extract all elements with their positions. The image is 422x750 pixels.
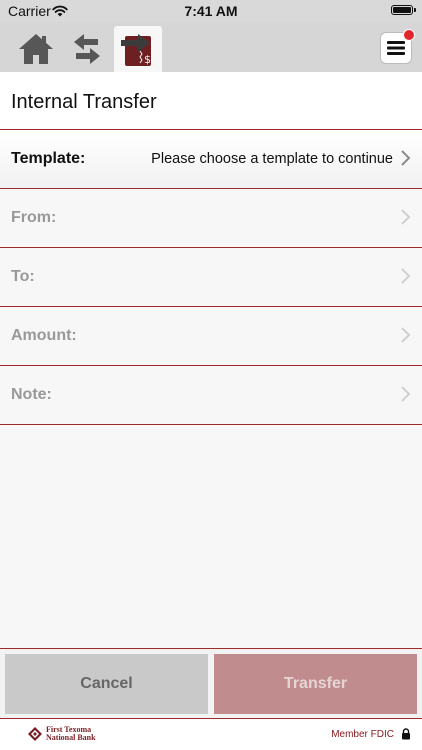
menu-button[interactable]	[380, 29, 415, 64]
amount-row[interactable]: Amount:	[0, 307, 422, 366]
to-row[interactable]: To:	[0, 248, 422, 307]
home-icon	[19, 34, 53, 64]
template-row[interactable]: Template: Please choose a template to co…	[0, 130, 422, 189]
chevron-right-icon	[401, 268, 411, 284]
note-label: Note:	[11, 386, 52, 403]
transfer-button[interactable]: Transfer	[214, 654, 417, 714]
cancel-button[interactable]: Cancel	[5, 654, 208, 714]
lock-icon	[402, 728, 410, 740]
template-label: Template:	[11, 150, 86, 167]
hamburger-menu-icon	[387, 41, 405, 55]
bank-name-line2: National Bank	[46, 733, 96, 742]
tab-transfers[interactable]	[64, 26, 110, 72]
top-nav-bar: $	[0, 22, 422, 72]
chevron-right-icon	[401, 327, 411, 343]
page-title: Internal Transfer	[11, 91, 157, 113]
bank-logo: First Texoma National Bank	[28, 726, 96, 742]
fdic-label: Member FDIC	[331, 729, 394, 740]
status-bar: Carrier 7:41 AM	[0, 0, 422, 22]
notification-dot	[403, 29, 415, 41]
chevron-right-icon	[401, 386, 411, 402]
bank-logo-icon	[28, 727, 42, 741]
template-value: Please choose a template to continue	[151, 151, 393, 167]
svg-text:$: $	[144, 53, 151, 66]
amount-label: Amount:	[11, 327, 77, 344]
tab-internal-transfer[interactable]: $	[114, 26, 162, 72]
page-header: Internal Transfer	[0, 72, 422, 130]
from-row[interactable]: From:	[0, 189, 422, 248]
clock: 7:41 AM	[184, 3, 238, 19]
footer: First Texoma National Bank Member FDIC	[0, 718, 422, 750]
battery-icon	[391, 5, 416, 15]
chevron-right-icon	[401, 209, 411, 225]
transfer-money-icon: $	[121, 34, 151, 66]
note-row[interactable]: Note:	[0, 366, 422, 425]
action-bar: Cancel Transfer	[0, 648, 422, 718]
tab-home[interactable]	[13, 26, 59, 72]
chevron-right-icon	[401, 150, 411, 166]
transfer-arrows-icon	[74, 34, 100, 64]
from-label: From:	[11, 209, 57, 226]
to-label: To:	[11, 268, 35, 285]
